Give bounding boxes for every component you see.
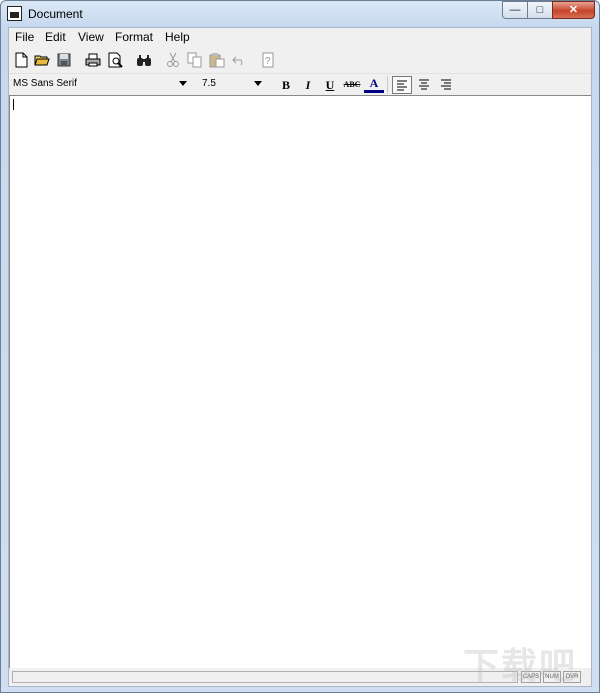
font-name-combo[interactable]: MS Sans Serif [9, 75, 189, 94]
menu-edit[interactable]: Edit [45, 30, 66, 44]
close-button[interactable]: ✕ [552, 1, 595, 19]
format-toolbar: MS Sans Serif 7.5 B I U ABC A [9, 73, 591, 96]
align-center-button[interactable] [414, 76, 434, 94]
align-left-button[interactable] [392, 76, 412, 94]
menu-file[interactable]: File [15, 30, 34, 44]
print-preview-icon[interactable] [106, 51, 124, 69]
maximize-button[interactable]: □ [527, 1, 553, 19]
font-size-combo[interactable]: 7.5 [198, 75, 264, 94]
open-icon[interactable] [33, 51, 51, 69]
align-right-button[interactable] [436, 76, 456, 94]
new-icon[interactable] [12, 51, 30, 69]
menu-bar: File Edit View Format Help [9, 28, 591, 47]
font-size-value: 7.5 [202, 78, 216, 89]
print-icon[interactable] [84, 51, 102, 69]
status-message-pane [12, 671, 518, 683]
help-icon[interactable]: ? [259, 51, 277, 69]
window-title: Document [28, 7, 83, 21]
standard-toolbar: ? [9, 48, 591, 72]
svg-text:?: ? [265, 56, 271, 67]
undo-icon[interactable] [230, 51, 248, 69]
menu-view[interactable]: View [78, 30, 104, 44]
text-caret [13, 99, 14, 110]
copy-icon[interactable] [186, 51, 204, 69]
paste-icon[interactable] [208, 51, 226, 69]
save-icon[interactable] [55, 51, 73, 69]
font-name-value: MS Sans Serif [13, 78, 77, 89]
chevron-down-icon[interactable] [179, 81, 187, 86]
text-color-button[interactable]: A [364, 76, 384, 93]
client-area: File Edit View Format Help ? MS Sans Ser… [8, 27, 592, 687]
cut-icon[interactable] [164, 51, 182, 69]
app-window: Document — □ ✕ File Edit View Format Hel… [0, 0, 600, 693]
bold-button[interactable]: B [276, 76, 296, 94]
menu-help[interactable]: Help [165, 30, 190, 44]
title-bar[interactable]: Document — □ ✕ [1, 1, 599, 27]
document-editor[interactable] [9, 95, 591, 668]
menu-format[interactable]: Format [115, 30, 153, 44]
app-icon[interactable] [7, 6, 22, 21]
strikethrough-button[interactable]: ABC [342, 76, 362, 94]
find-icon[interactable] [135, 51, 153, 69]
watermark-logo: 下载吧 [463, 645, 578, 686]
minimize-button[interactable]: — [502, 1, 528, 19]
chevron-down-icon[interactable] [254, 81, 262, 86]
underline-button[interactable]: U [320, 76, 340, 94]
toolbar-separator [387, 76, 388, 94]
italic-button[interactable]: I [298, 76, 318, 94]
